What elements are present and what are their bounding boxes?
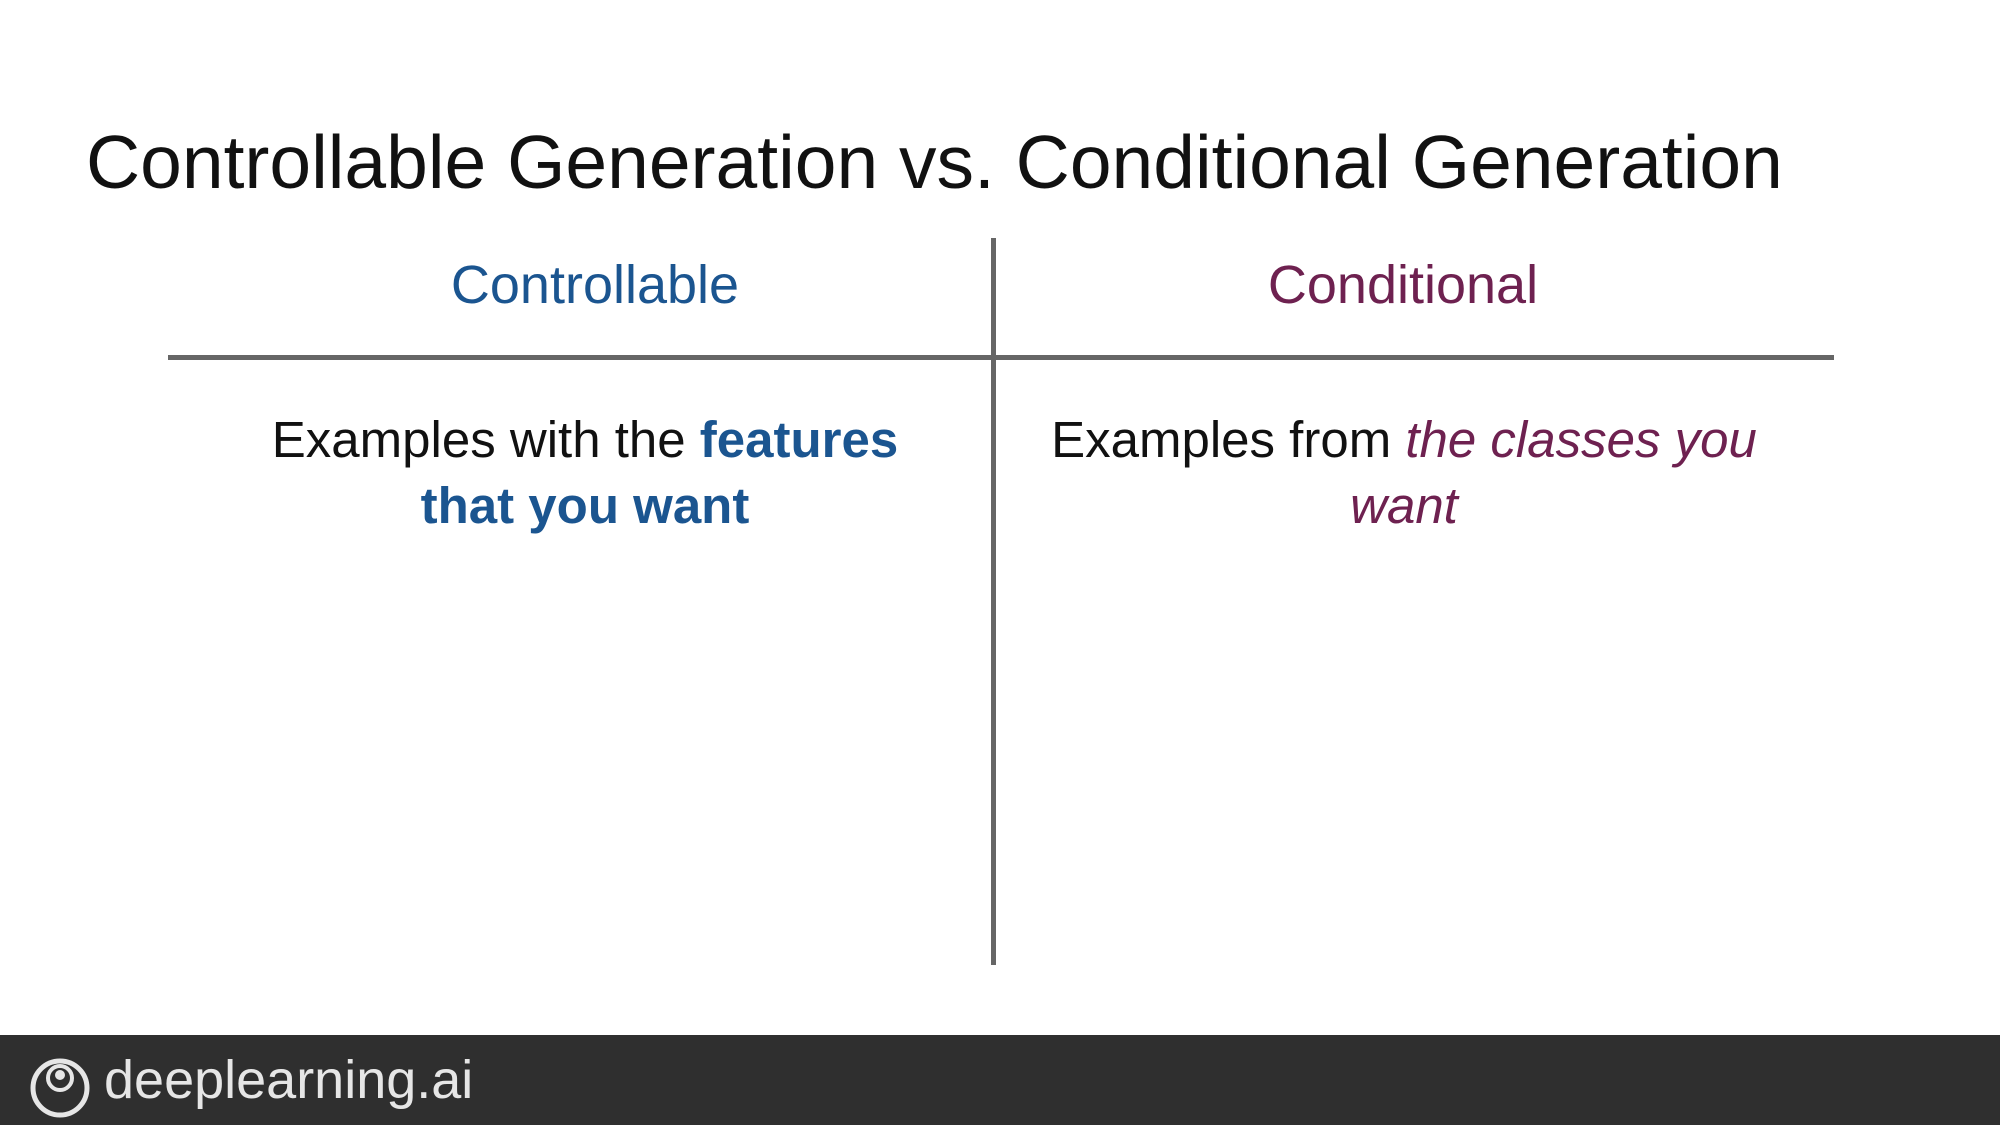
controllable-description: Examples with the features that you want [218,407,952,539]
conditional-description: Examples from the classes you want [1034,407,1774,539]
deeplearning-ai-logo-icon [30,1058,90,1118]
conditional-description-text: Examples from [1051,411,1406,468]
conditional-description-highlight: the classes you want [1350,411,1757,534]
controllable-description-text: Examples with the [271,411,700,468]
brand-name: deeplearning.ai [104,1050,474,1110]
conditional-heading: Conditional [1267,255,1539,315]
horizontal-divider [168,355,1834,360]
slide-title: Controllable Generation vs. Conditional … [86,120,1783,204]
controllable-heading: Controllable [450,255,740,315]
vertical-divider [991,238,996,965]
footer-bar: deeplearning.ai [0,1035,2000,1125]
